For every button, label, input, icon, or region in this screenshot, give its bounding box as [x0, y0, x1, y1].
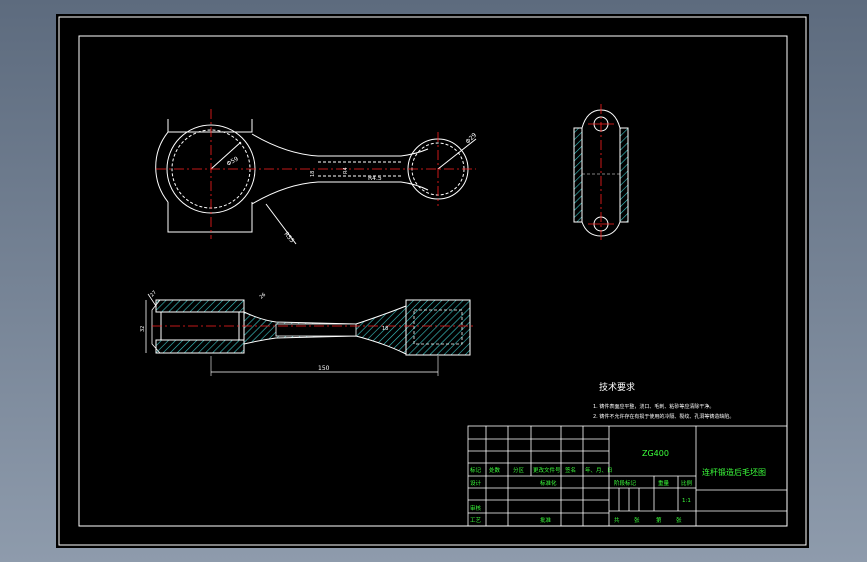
dim-side-w: 32	[140, 326, 146, 332]
tb-sheet-no: 第	[656, 516, 662, 524]
tb-process: 工艺	[470, 517, 482, 524]
tb-standard: 标准化	[540, 479, 557, 487]
dim-rib: 26	[258, 292, 267, 301]
tb-scale-val: 1:1	[682, 498, 691, 504]
cad-drawing: Φ59 Φ29 R55 18 R4 R4.5 32 27 150 26 18 技…	[58, 16, 807, 546]
tb-review: 审核	[470, 504, 482, 512]
tb-count: 处数	[489, 466, 501, 474]
tb-date: 年、月、日	[585, 466, 613, 474]
tech-req-title: 技术要求	[599, 381, 635, 393]
tech-req-item-2: 2. 铸件不允许存在有损于使用的冷隔、裂纹、孔洞等铸造缺陷。	[593, 413, 734, 420]
dim-shank-w: 18	[310, 171, 316, 177]
dim-shank-r: R4	[343, 167, 349, 174]
front-view	[155, 119, 477, 245]
section-view	[145, 293, 471, 376]
side-view	[573, 104, 629, 242]
dim-radius: R55	[282, 231, 295, 245]
tb-material: ZG400	[642, 449, 669, 458]
tb-design: 设计	[470, 479, 482, 487]
tb-mark: 标记	[470, 466, 482, 474]
tb-drawing-name: 连杆锻造后毛坯图	[702, 467, 766, 477]
dim-big-end: Φ59	[226, 155, 240, 167]
inner-frame	[78, 35, 788, 527]
tb-approve: 批准	[540, 516, 552, 524]
tb-sheets-total: 共	[614, 516, 620, 524]
dim-small-end: Φ29	[464, 132, 478, 146]
drawing-sheet: Φ59 Φ29 R55 18 R4 R4.5 32 27 150 26 18 技…	[56, 14, 809, 548]
tb-sheets-unit2: 张	[676, 516, 682, 524]
dim-center-distance: 150	[318, 365, 330, 372]
tb-scale: 比例	[681, 479, 693, 487]
title-block-text: 标记 处数 分区 更改文件号 签名 年、月、日 设计 标准化 审核 工艺 批准 …	[470, 466, 693, 524]
dim-shank-r2: R4.5	[368, 175, 382, 182]
outer-frame	[58, 16, 807, 546]
tb-sign: 签名	[565, 466, 576, 474]
tb-sheets-unit1: 张	[634, 516, 640, 524]
tb-stage-mark: 阶段标记	[614, 479, 637, 487]
tech-req-item-1: 1. 铸件表面应平整，浇口、毛刺、粘砂等应清除干净。	[593, 403, 714, 410]
front-view-centerlines	[156, 109, 476, 239]
tb-docno: 更改文件号	[533, 466, 561, 474]
dim-rib2: 18	[382, 326, 388, 332]
tb-weight: 重量	[658, 479, 670, 487]
tb-zone: 分区	[513, 466, 525, 474]
